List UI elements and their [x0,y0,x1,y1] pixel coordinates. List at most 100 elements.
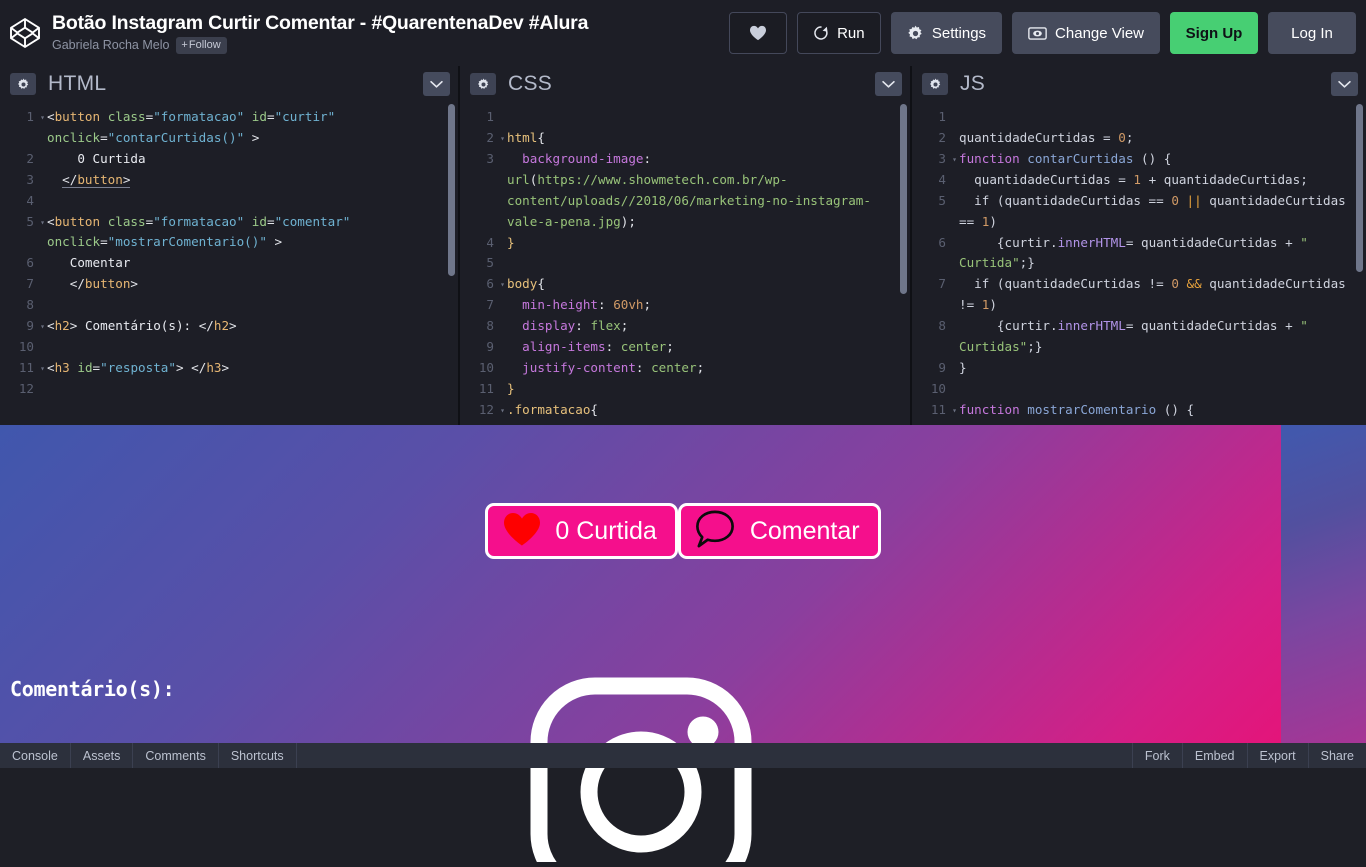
code-line: 7 if (quantidadeCurtidas != 0 && quantid… [912,274,1366,316]
code-line: 1▾<button class="formatacao" id="curtir"… [0,107,458,149]
code-line: 6 Comentar [0,253,458,274]
code-line: 3 </button> [0,170,458,191]
editor-scrollbar-js[interactable] [1356,104,1363,421]
editor-panel-js: JS 1 2quantidadeCurtidas = 0; 3▾function… [910,66,1366,425]
preview-pane[interactable]: 0 Curtida Comentar Comentário(s): [0,425,1366,743]
byline: Gabriela Rocha Melo +Follow [52,37,588,54]
follow-button[interactable]: +Follow [176,37,226,54]
bottom-item-fork[interactable]: Fork [1132,743,1182,768]
codepen-logo-icon[interactable] [8,16,42,50]
bottom-bar-right: Fork Embed Export Share [1132,743,1366,768]
bottom-item-shortcuts[interactable]: Shortcuts [219,743,297,768]
code-line: 9 align-items: center; [460,337,910,358]
code-line: 2quantidadeCurtidas = 0; [912,128,1366,149]
like-button[interactable]: 0 Curtida [485,503,677,559]
bottom-item-export[interactable]: Export [1247,743,1308,768]
title-block: Botão Instagram Curtir Comentar - #Quare… [52,12,588,54]
code-line: 4} [460,233,910,254]
comments-heading: Comentário(s): [10,677,174,701]
chevron-down-icon[interactable] [1331,72,1358,96]
code-line: 12▾.formatacao{ [460,400,910,421]
gear-icon[interactable] [10,73,36,95]
sign-up-button[interactable]: Sign Up [1170,12,1258,54]
editor-label-js: JS [960,72,985,96]
settings-button[interactable]: Settings [891,12,1002,54]
code-line: 5▾<button class="formatacao" id="comenta… [0,212,458,254]
code-line: 1 [460,107,910,128]
sign-up-label: Sign Up [1186,25,1243,42]
follow-label: Follow [189,39,221,51]
editors-row: HTML 1▾<button class="formatacao" id="cu… [0,66,1366,425]
editor-label-css: CSS [508,72,552,96]
editor-header-html: HTML [0,66,458,102]
code-area-html[interactable]: 1▾<button class="formatacao" id="curtir"… [0,102,458,425]
preview-button-row: 0 Curtida Comentar [0,503,1366,559]
code-line: 10 [912,379,1366,400]
code-line: 11▾<h3 id="resposta"> </h3> [0,358,458,379]
pen-title: Botão Instagram Curtir Comentar - #Quare… [52,12,588,35]
gear-icon[interactable] [470,73,496,95]
speech-bubble-icon [693,509,737,554]
comment-button-label: Comentar [750,517,860,545]
run-button[interactable]: Run [797,12,881,54]
code-line: 9} [912,358,1366,379]
editor-panel-css: CSS 1 2▾html{ 3 background-image: url(ht… [458,66,910,425]
background-tile-seam [1281,425,1366,743]
code-line: 4 quantidadeCurtidas = 1 + quantidadeCur… [912,170,1366,191]
log-in-button[interactable]: Log In [1268,12,1356,54]
code-line: 3 background-image: url(https://www.show… [460,149,910,233]
code-line: 8 display: flex; [460,316,910,337]
code-line: 8 {curtir.innerHTML= quantidadeCurtidas … [912,316,1366,358]
chevron-down-icon[interactable] [875,72,902,96]
author-name[interactable]: Gabriela Rocha Melo [52,38,169,53]
code-area-css[interactable]: 1 2▾html{ 3 background-image: url(https:… [460,102,910,425]
editor-scrollbar-html[interactable] [448,104,455,421]
log-in-label: Log In [1291,25,1333,42]
plus-icon: + [181,39,187,51]
code-line: 6 {curtir.innerHTML= quantidadeCurtidas … [912,233,1366,275]
bottom-bar: Console Assets Comments Shortcuts Fork E… [0,743,1366,768]
code-line: 2 0 Curtida [0,149,458,170]
bottom-item-assets[interactable]: Assets [71,743,134,768]
code-line: 11▾function mostrarComentario () { [912,400,1366,421]
code-line: 6▾body{ [460,274,910,295]
editor-header-css: CSS [460,66,910,102]
code-line: 11} [460,379,910,400]
like-button-label: 0 Curtida [555,517,656,545]
change-view-button[interactable]: Change View [1012,12,1160,54]
code-line: 1 [912,107,1366,128]
settings-label: Settings [932,25,986,42]
code-line: 4 [0,191,458,212]
code-line: 8 [0,295,458,316]
code-line: 5 if (quantidadeCurtidas == 0 || quantid… [912,191,1366,233]
code-line: 5 [460,253,910,274]
gear-icon[interactable] [922,73,948,95]
run-label: Run [837,25,865,42]
code-line: 7 min-height: 60vh; [460,295,910,316]
chevron-down-icon[interactable] [423,72,450,96]
editor-header-js: JS [912,66,1366,102]
topbar-actions: Run Settings Change View Sign [729,12,1366,54]
gear-icon [907,25,924,42]
view-icon [1028,26,1047,41]
editor-panel-html: HTML 1▾<button class="formatacao" id="cu… [0,66,458,425]
change-view-label: Change View [1055,25,1144,42]
code-line: 7 </button> [0,274,458,295]
code-line: 9▾<h2> Comentário(s): </h2> [0,316,458,337]
bottom-item-comments[interactable]: Comments [133,743,218,768]
code-line: 10 justify-content: center; [460,358,910,379]
heart-icon [749,25,767,41]
comment-button[interactable]: Comentar [678,503,881,559]
code-line: 12 [0,379,458,400]
code-line: 10 [0,337,458,358]
code-line: 2▾html{ [460,128,910,149]
love-button[interactable] [729,12,787,54]
bottom-bar-left: Console Assets Comments Shortcuts [0,743,297,768]
bottom-item-console[interactable]: Console [0,743,71,768]
editor-scrollbar-css[interactable] [900,104,907,421]
refresh-icon [813,25,829,41]
editor-label-html: HTML [48,72,106,96]
code-area-js[interactable]: 1 2quantidadeCurtidas = 0; 3▾function co… [912,102,1366,425]
bottom-item-embed[interactable]: Embed [1182,743,1247,768]
bottom-item-share[interactable]: Share [1308,743,1366,768]
